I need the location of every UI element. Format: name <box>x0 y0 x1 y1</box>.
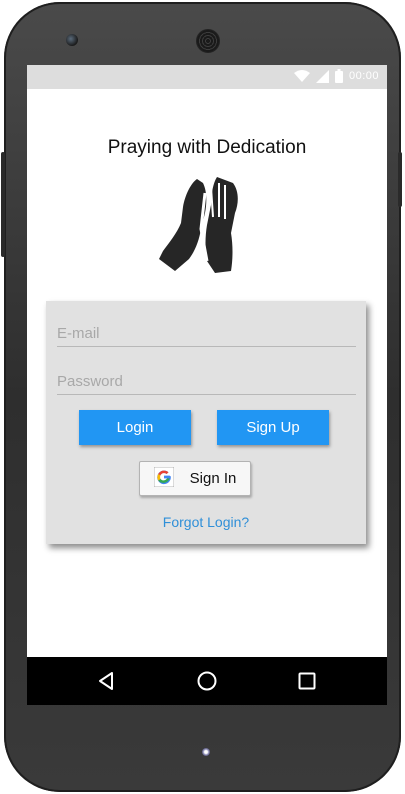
phone-frame: 00:00 Praying with Dedication Login S <box>1 2 402 792</box>
home-icon[interactable] <box>194 669 220 693</box>
signup-button[interactable]: Sign Up <box>217 410 329 445</box>
praying-hands-icon <box>155 173 259 282</box>
battery-icon <box>334 69 343 83</box>
status-bar: 00:00 <box>27 65 387 89</box>
status-time: 00:00 <box>348 70 379 82</box>
status-icons: 00:00 <box>293 69 379 83</box>
cell-signal-icon <box>315 69 329 83</box>
app-title: Praying with Dedication <box>107 137 307 158</box>
google-icon <box>153 466 174 491</box>
navigation-bar <box>27 657 387 705</box>
email-field[interactable] <box>57 320 356 347</box>
notification-led-icon <box>202 748 210 756</box>
front-camera-icon <box>66 34 78 46</box>
login-button-label: Login <box>116 419 154 436</box>
earpiece-speaker-icon <box>196 29 220 53</box>
forgot-login-link[interactable]: Forgot Login? <box>46 514 366 530</box>
login-button[interactable]: Login <box>79 410 191 445</box>
wifi-icon <box>293 69 310 83</box>
back-icon[interactable] <box>93 669 119 693</box>
google-signin-label: Sign In <box>189 470 237 487</box>
screen: 00:00 Praying with Dedication Login S <box>27 65 387 705</box>
volume-button <box>398 152 402 207</box>
google-signin-button[interactable]: Sign In <box>139 461 251 496</box>
power-button <box>1 152 5 257</box>
password-field[interactable] <box>57 368 356 395</box>
recents-icon[interactable] <box>294 669 320 693</box>
login-card: Login Sign Up Sign In Forgot Login? <box>46 301 366 544</box>
signup-button-label: Sign Up <box>246 419 300 436</box>
